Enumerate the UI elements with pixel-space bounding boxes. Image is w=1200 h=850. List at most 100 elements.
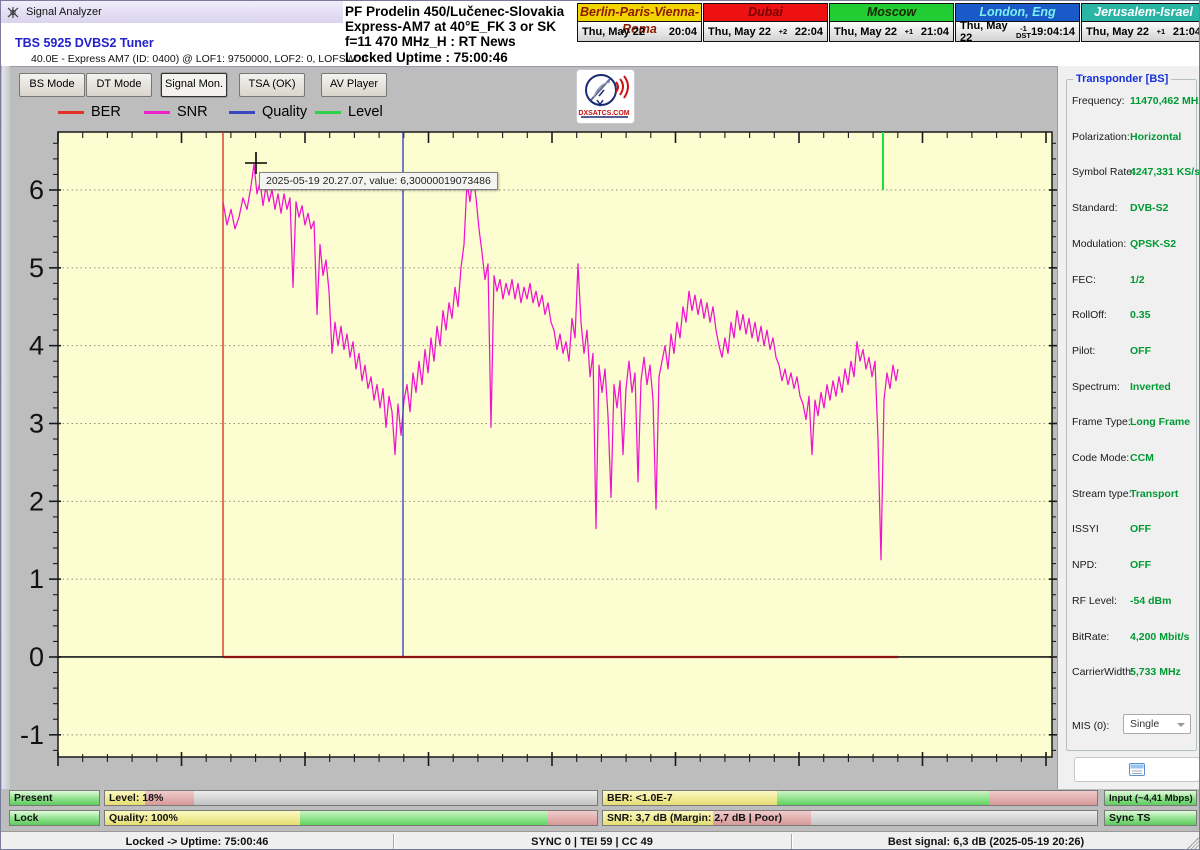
svg-text:4: 4 bbox=[29, 331, 44, 361]
transponder-row: Frame Type:Long Frame bbox=[1067, 416, 1196, 430]
legend-label: Level bbox=[348, 104, 383, 120]
legend-level: Level bbox=[315, 104, 383, 120]
transponder-row: Polarization:Horizontal bbox=[1067, 131, 1196, 145]
tuner-name: TBS 5925 DVBS2 Tuner bbox=[15, 36, 154, 50]
mis-label: MIS (0): bbox=[1072, 720, 1109, 732]
svg-text:3: 3 bbox=[29, 408, 44, 438]
world-clocks: Berlin-Paris-Vienna-Roma Thu, May 2220:0… bbox=[577, 3, 1200, 42]
input-indicator: Input (~4,41 Mbps) bbox=[1104, 790, 1197, 806]
transponder-groupbox: Transponder [BS] MIS (0): Single Frequen… bbox=[1066, 79, 1197, 751]
legend-quality: Quality bbox=[229, 104, 307, 120]
level-label: Level: 18% bbox=[109, 791, 163, 806]
transponder-row: BitRate:4,200 Mbit/s bbox=[1067, 631, 1196, 645]
snr-meter: SNR: 3,7 dB (Margin: 2,7 dB | Poor) bbox=[602, 810, 1098, 826]
clock-date: Thu, May 22 bbox=[834, 26, 897, 38]
clock-city-label: Dubai bbox=[704, 4, 827, 22]
clock-berlin: Berlin-Paris-Vienna-Roma Thu, May 2220:0… bbox=[577, 3, 702, 42]
transponder-row: ISSYIOFF bbox=[1067, 523, 1196, 537]
transponder-row: Symbol Rate:4247,331 KS/s bbox=[1067, 166, 1196, 180]
app-icon bbox=[7, 6, 20, 19]
tab-tsa[interactable]: TSA (OK) bbox=[239, 73, 305, 97]
signal-chart[interactable]: -10123456 bbox=[13, 122, 1068, 780]
clock-city-label: Moscow bbox=[830, 4, 953, 22]
clock-date: Thu, May 22 bbox=[582, 26, 645, 38]
info-line-1: PF Prodelin 450/Lučenec-Slovakia bbox=[345, 4, 577, 19]
clock-time: 21:04 bbox=[1173, 26, 1200, 38]
dxsatcs-logo: DXSATCS.COM bbox=[576, 69, 635, 124]
header: Signal Analyzer TBS 5925 DVBS2 Tuner 40.… bbox=[1, 1, 1200, 67]
clock-dubai: Dubai Thu, May 22+222:04 bbox=[703, 3, 828, 42]
ber-meter: BER: <1.0E-7 bbox=[602, 790, 1098, 806]
tab-av-player[interactable]: AV Player bbox=[321, 73, 387, 97]
statusbar-bestsignal: Best signal: 6,3 dB (2025-05-19 20:26) bbox=[791, 832, 1181, 850]
info-line-3: f=11 470 MHz_H : RT News bbox=[345, 34, 577, 49]
legend-label: Quality bbox=[262, 104, 307, 120]
transponder-row: Stream type:Transport bbox=[1067, 488, 1196, 502]
clock-london: London, Eng Thu, May 22-1DST19:04:14 bbox=[955, 3, 1080, 42]
statusbar-sync: SYNC 0 | TEI 59 | CC 49 bbox=[393, 832, 791, 850]
status-bar: Locked -> Uptime: 75:00:46 SYNC 0 | TEI … bbox=[1, 831, 1200, 850]
info-line-2: Express-AM7 at 40°E_FK 3 or SK bbox=[345, 19, 577, 34]
snr-line-swatch bbox=[144, 111, 170, 114]
transponder-row: Standard:DVB-S2 bbox=[1067, 202, 1196, 216]
tab-signal-mon[interactable]: Signal Mon. bbox=[161, 73, 227, 97]
meter-fill-segment bbox=[300, 811, 548, 825]
clock-time: 19:04:14 bbox=[1031, 26, 1075, 38]
svg-text:2: 2 bbox=[29, 486, 44, 516]
svg-text:1: 1 bbox=[29, 564, 44, 594]
transponder-row: Frequency:11470,462 MHz bbox=[1067, 95, 1196, 109]
present-indicator: Present bbox=[9, 790, 100, 806]
clock-offset: +1 bbox=[905, 28, 914, 35]
quality-meter: Quality: 100% bbox=[104, 810, 598, 826]
transponder-row: FEC:1/2 bbox=[1067, 274, 1196, 288]
legend-snr: SNR bbox=[144, 104, 208, 120]
clock-date: Thu, May 22 bbox=[708, 26, 771, 38]
clock-time: 21:04 bbox=[921, 26, 949, 38]
ber-label: BER: <1.0E-7 bbox=[607, 791, 673, 806]
window-title: Signal Analyzer bbox=[26, 6, 102, 18]
left-edge-strip bbox=[2, 66, 10, 789]
quality-label: Quality: 100% bbox=[109, 811, 178, 826]
mis-dropdown[interactable]: Single bbox=[1123, 714, 1191, 734]
present-label: Present bbox=[14, 791, 53, 806]
quality-line-swatch bbox=[229, 111, 255, 114]
info-line-4: Locked Uptime : 75:00:46 bbox=[345, 50, 577, 65]
svg-text:5: 5 bbox=[29, 253, 44, 283]
clock-date: Thu, May 22 bbox=[1086, 26, 1149, 38]
transponder-row: Code Mode:CCM bbox=[1067, 452, 1196, 466]
transponder-row: RF Level:-54 dBm bbox=[1067, 595, 1196, 609]
titlebar[interactable]: Signal Analyzer bbox=[1, 1, 343, 23]
tab-bs-mode[interactable]: BS Mode bbox=[19, 73, 85, 97]
snapshot-button[interactable] bbox=[1074, 757, 1200, 782]
transponder-row: Modulation:QPSK-S2 bbox=[1067, 238, 1196, 252]
station-info: PF Prodelin 450/Lučenec-Slovakia Express… bbox=[345, 4, 577, 65]
transponder-row: RollOff:0.35 bbox=[1067, 309, 1196, 323]
clock-city-label: Berlin-Paris-Vienna-Roma bbox=[578, 4, 701, 22]
legend-label: BER bbox=[91, 104, 121, 120]
mis-value: Single bbox=[1130, 718, 1159, 730]
legend-label: SNR bbox=[177, 104, 208, 120]
lock-label: Lock bbox=[14, 811, 39, 826]
clock-date: Thu, May 22 bbox=[960, 20, 1016, 44]
logo-text: DXSATCS.COM bbox=[578, 110, 629, 117]
clock-offset: +1 bbox=[1157, 28, 1166, 35]
snr-label: SNR: 3,7 dB (Margin: 2,7 dB | Poor) bbox=[607, 811, 782, 826]
transponder-panel: Transponder [BS] MIS (0): Single Frequen… bbox=[1057, 66, 1200, 789]
statusbar-uptime: Locked -> Uptime: 75:00:46 bbox=[1, 832, 393, 850]
resize-grip[interactable] bbox=[1187, 837, 1199, 849]
transponder-row: Pilot:OFF bbox=[1067, 345, 1196, 359]
syncts-indicator: Sync TS bbox=[1104, 810, 1197, 826]
svg-text:6: 6 bbox=[29, 175, 44, 205]
tab-dt-mode[interactable]: DT Mode bbox=[86, 73, 152, 97]
signal-analyzer-window: Signal Analyzer TBS 5925 DVBS2 Tuner 40.… bbox=[0, 0, 1200, 850]
level-meter: Level: 18% bbox=[104, 790, 598, 806]
syncts-label: Sync TS bbox=[1109, 811, 1150, 826]
svg-text:0: 0 bbox=[29, 642, 44, 672]
chart-tooltip: 2025-05-19 20.27.07, value: 6,3000001907… bbox=[259, 172, 498, 190]
lock-indicator: Lock bbox=[9, 810, 100, 826]
clock-offset-sub: DST bbox=[1016, 32, 1031, 39]
clock-offset: +2 bbox=[779, 28, 788, 35]
clock-moscow: Moscow Thu, May 22 +1 21:04 bbox=[829, 3, 954, 42]
meter-fill-segment bbox=[777, 791, 989, 805]
chevron-down-icon bbox=[1177, 723, 1185, 727]
